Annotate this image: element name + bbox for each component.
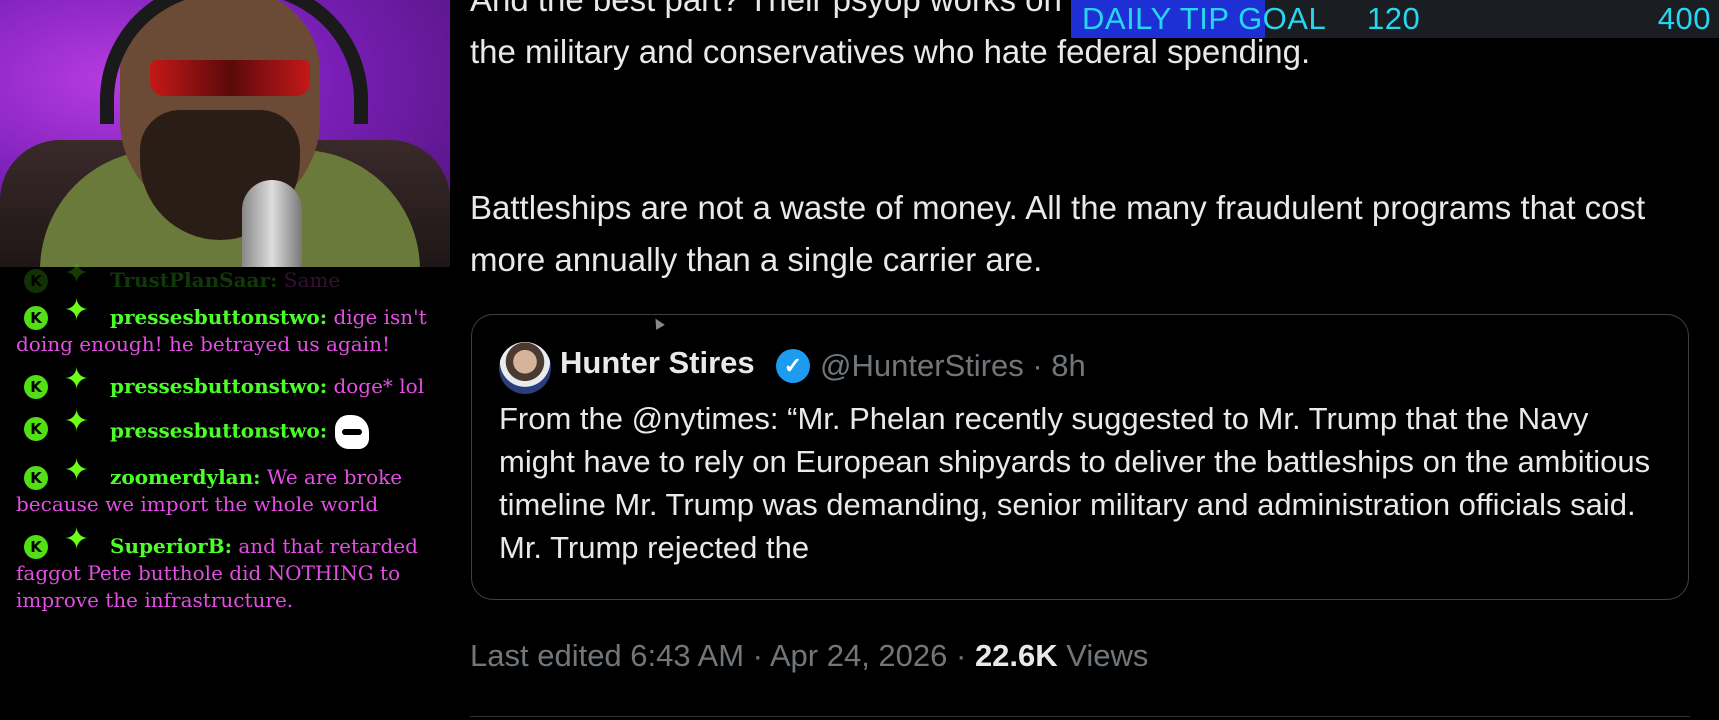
chat-text: Same — [283, 268, 341, 292]
kick-badge-icon: K — [24, 269, 48, 293]
quoted-tweet-card[interactable]: Hunter Stires ✓ @HunterStires · 8h From … — [471, 314, 1689, 600]
tweet-meta: Last edited 6:43 AM · Apr 24, 2026 · 22.… — [470, 638, 1148, 674]
microphone — [242, 180, 302, 267]
chat-username[interactable]: SuperiorB: — [110, 534, 232, 558]
views-count: 22.6K — [974, 638, 1058, 673]
chat-message: K ✦ pressesbuttonstwo: — [16, 407, 450, 449]
quote-text: From the @nytimes: “Mr. Phelan recently … — [499, 401, 1651, 565]
quote-author-handle: @HunterStires · 8h — [820, 348, 1086, 383]
tip-goal-current: 120 — [1367, 1, 1421, 36]
chat-badges: K ✦ — [16, 407, 110, 442]
webcam-feed — [0, 0, 450, 267]
kick-badge-icon: K — [24, 535, 48, 559]
chat-message: K ✦ pressesbuttonstwo: doge* lol — [16, 365, 450, 400]
chat-text: doge* lol — [333, 374, 425, 398]
sunglasses-emote-icon — [335, 415, 370, 449]
chat-badges: K ✦ — [16, 259, 110, 294]
chat-message: K ✦ TrustPlanSaar: Same — [16, 259, 450, 294]
kick-badge-icon: K — [24, 417, 48, 441]
quote-author-name[interactable]: Hunter Stires — [560, 345, 755, 381]
edited-timestamp[interactable]: Last edited 6:43 AM · Apr 24, 2026 · — [470, 638, 975, 673]
tip-goal-target: 400 — [1657, 1, 1711, 36]
sunglasses — [150, 60, 310, 96]
chat-username[interactable]: pressesbuttonstwo: — [110, 305, 327, 329]
sparkle-badge-icon: ✦ — [64, 293, 90, 328]
chat-message: K ✦ SuperiorB: and that retarded faggot Pe… — [16, 525, 450, 614]
tip-goal-bar: DAILY TIP GOAL 120 400 — [1071, 0, 1719, 38]
chat-badges: K ✦ — [16, 296, 110, 331]
avatar[interactable] — [499, 342, 551, 394]
sparkle-badge-icon: ✦ — [64, 362, 90, 397]
chat-message: K ✦ pressesbuttonstwo: dige isn't doing en… — [16, 296, 450, 358]
kick-badge-icon: K — [24, 466, 48, 490]
chat-badges: K ✦ — [16, 525, 110, 560]
tip-goal-label: DAILY TIP GOAL — [1082, 1, 1327, 36]
tweet-paragraph: Battleships are not a waste of money. Al… — [470, 189, 1646, 278]
chat-username[interactable]: zoomerdylan: — [110, 465, 261, 489]
chat-username[interactable]: TrustPlanSaar: — [110, 268, 277, 292]
sparkle-badge-icon: ✦ — [64, 522, 90, 557]
chat-badges: K ✦ — [16, 456, 110, 491]
kick-badge-icon: K — [24, 375, 48, 399]
divider — [470, 716, 1690, 717]
views-label: Views — [1057, 638, 1149, 673]
chat-badges: K ✦ — [16, 365, 110, 400]
kick-badge-icon: K — [24, 306, 48, 330]
sparkle-badge-icon: ✦ — [64, 256, 90, 291]
chat-username[interactable]: pressesbuttonstwo: — [110, 419, 327, 443]
chat-message: K ✦ zoomerdylan: We are broke because we i… — [16, 456, 450, 518]
verified-badge-icon: ✓ — [776, 349, 810, 383]
sparkle-badge-icon: ✦ — [64, 453, 90, 488]
sparkle-badge-icon: ✦ — [64, 404, 90, 439]
stream-chat: K ✦ TrustPlanSaar: Same K ✦ pressesbuttonstw… — [0, 259, 450, 720]
chat-username[interactable]: pressesbuttonstwo: — [110, 374, 327, 398]
